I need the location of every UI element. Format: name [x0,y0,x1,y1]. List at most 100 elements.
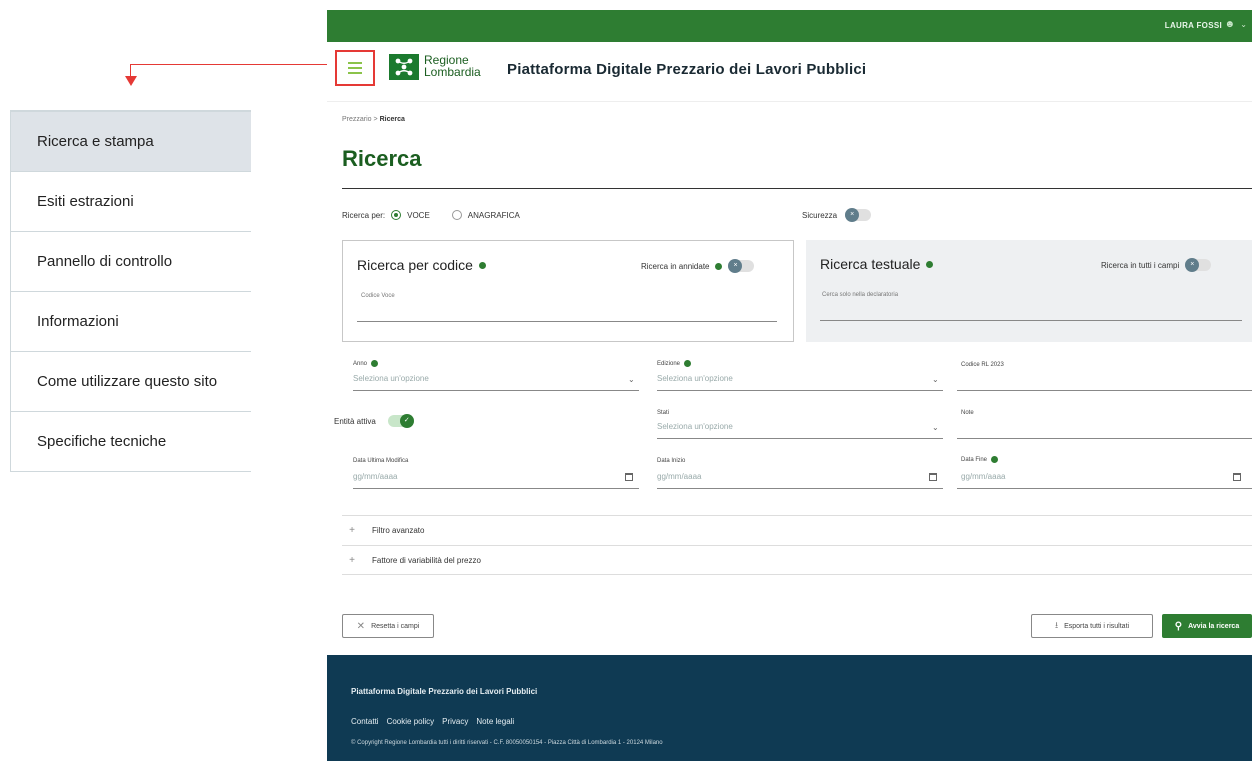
entita-attiva-toggle[interactable]: ✓ [387,414,414,428]
accordion-fattore-variabilita[interactable]: + Fattore di variabilità del prezzo [342,545,1252,575]
chevron-down-icon[interactable]: ⌄ [932,375,939,384]
sicurezza-group: Sicurezza × [802,208,872,222]
breadcrumb-current: Ricerca [379,116,405,123]
side-menu-item-informazioni[interactable]: Informazioni [10,292,251,352]
nested-search-label: Ricerca in annidate [641,261,710,271]
side-menu-item-specifiche-tecniche[interactable]: Specifiche tecniche [10,412,251,472]
side-menu-item-esiti-estrazioni[interactable]: Esiti estrazioni [10,172,251,232]
close-icon: × [845,208,860,222]
search-by-label: Ricerca per: [342,210,386,220]
codice-voce-input[interactable] [357,321,777,322]
all-fields-toggle[interactable]: × [1185,258,1212,272]
codice-voce-label: Codice Voce [361,293,395,299]
radio-anagrafica[interactable] [451,210,462,220]
data-fine-input[interactable] [957,488,1252,489]
note-input[interactable] [957,438,1252,439]
entita-attiva-label: Entità attiva [334,416,376,426]
footer-copyright: © Copyright Regione Lombardia tutti i di… [351,740,663,746]
data-fine-value[interactable]: gg/mm/aaaa [961,472,1005,481]
stati-select[interactable] [657,438,943,439]
anno-label: Anno [353,360,379,367]
calendar-icon[interactable] [1233,473,1241,481]
side-menu: Ricerca e stampa Esiti estrazioni Pannel… [10,110,251,472]
footer-link-note-legali[interactable]: Note legali [476,717,514,726]
user-icon[interactable]: ☻ [1224,19,1235,30]
export-results-button[interactable]: ⭳ Esporta tutti i risultati [1031,614,1153,638]
info-dot-icon[interactable] [478,261,486,269]
start-search-label: Avvia la ricerca [1188,622,1240,630]
declaratoria-label: Cerca solo nella declaratoria [822,292,899,298]
declaratoria-input[interactable] [820,320,1242,321]
breadcrumb: Prezzario > Ricerca [342,116,405,123]
info-dot-icon[interactable] [371,360,379,367]
anno-select[interactable] [353,390,639,391]
edizione-select[interactable] [657,390,943,391]
anno-label-text: Anno [353,360,368,367]
anno-select-value[interactable]: Seleziona un'opzione [353,374,429,383]
info-dot-icon[interactable] [926,260,934,268]
codice-rl-label: Codice RL 2023 [961,362,1004,368]
edizione-label: Edizione [657,360,692,367]
side-menu-item-come-utilizzare[interactable]: Come utilizzare questo sito [10,352,251,412]
reset-fields-button[interactable]: ✕ Resetta i campi [342,614,434,638]
footer-link-privacy[interactable]: Privacy [442,717,468,726]
radio-voce-label[interactable]: VOCE [407,211,430,220]
search-code-title: Ricerca per codice [357,257,486,273]
breadcrumb-parent[interactable]: Prezzario [342,116,372,123]
all-fields-label: Ricerca in tutti i campi [1101,260,1180,270]
hamburger-line [348,67,362,69]
top-bar: LAURA FOSSI ☻ ⌄ [327,10,1252,42]
regione-lombardia-logo-icon[interactable] [389,54,419,80]
side-menu-item-ricerca-stampa[interactable]: Ricerca e stampa [10,112,251,172]
calendar-icon[interactable] [929,473,937,481]
download-icon: ⭳ [1054,620,1059,630]
codice-rl-input[interactable] [957,390,1252,391]
annotation-arrow-line [130,64,333,65]
accordion-filtro-avanzato-label: Filtro avanzato [372,526,425,535]
plus-icon: + [349,525,355,536]
search-text-title: Ricerca testuale [820,256,934,272]
nested-search-option: Ricerca in annidate × [641,259,755,273]
info-dot-icon[interactable] [991,456,999,463]
user-name[interactable]: LAURA FOSSI [1165,21,1222,30]
chevron-down-icon[interactable]: ⌄ [628,375,635,384]
accordion-fattore-variabilita-label: Fattore di variabilità del prezzo [372,555,481,565]
hamburger-menu-button[interactable] [335,50,375,86]
accordion-filtro-avanzato[interactable]: + Filtro avanzato [342,515,1252,545]
site-title[interactable]: Piattaforma Digitale Prezzario dei Lavor… [507,61,866,78]
start-search-button[interactable]: ⚲ Avvia la ricerca [1162,614,1252,638]
annotation-arrow-head [125,76,137,86]
edizione-select-value[interactable]: Seleziona un'opzione [657,374,733,383]
data-ultima-modifica-input[interactable] [353,488,639,489]
data-fine-label-text: Data Fine [961,456,988,463]
logo-text: Regione Lombardia [424,54,481,78]
data-inizio-input[interactable] [657,488,943,489]
radio-voce[interactable] [391,210,402,220]
sicurezza-toggle[interactable]: × [845,208,872,222]
info-dot-icon[interactable] [684,360,692,367]
data-inizio-value[interactable]: gg/mm/aaaa [657,472,701,481]
data-ultima-modifica-value[interactable]: gg/mm/aaaa [353,472,397,481]
chevron-down-icon[interactable]: ⌄ [932,423,939,432]
stati-select-value[interactable]: Seleziona un'opzione [657,422,733,431]
search-code-panel: Ricerca per codice Ricerca in annidate ×… [342,240,794,342]
entita-attiva-group: Entità attiva ✓ [334,414,414,428]
info-dot-icon[interactable] [715,262,723,270]
close-icon: ✕ [356,620,366,632]
footer-link-contatti[interactable]: Contatti [351,717,379,726]
data-ultima-modifica-label: Data Ultima Modifica [353,458,409,464]
side-menu-item-pannello-controllo[interactable]: Pannello di controllo [10,232,251,292]
hamburger-line [348,72,362,74]
reset-fields-label: Resetta i campi [371,622,420,630]
close-icon: × [728,259,743,273]
footer-title: Piattaforma Digitale Prezzario dei Lavor… [351,687,538,696]
export-results-label: Esporta tutti i risultati [1064,622,1130,630]
chevron-down-icon[interactable]: ⌄ [1240,20,1247,29]
hamburger-line [348,62,362,64]
search-by-group: Ricerca per: VOCE ANAGRAFICA [342,210,520,220]
radio-anagrafica-label[interactable]: ANAGRAFICA [468,211,520,220]
logo-text-line2: Lombardia [424,65,481,79]
footer-link-cookie-policy[interactable]: Cookie policy [387,717,435,726]
nested-search-toggle[interactable]: × [728,259,755,273]
calendar-icon[interactable] [625,473,633,481]
